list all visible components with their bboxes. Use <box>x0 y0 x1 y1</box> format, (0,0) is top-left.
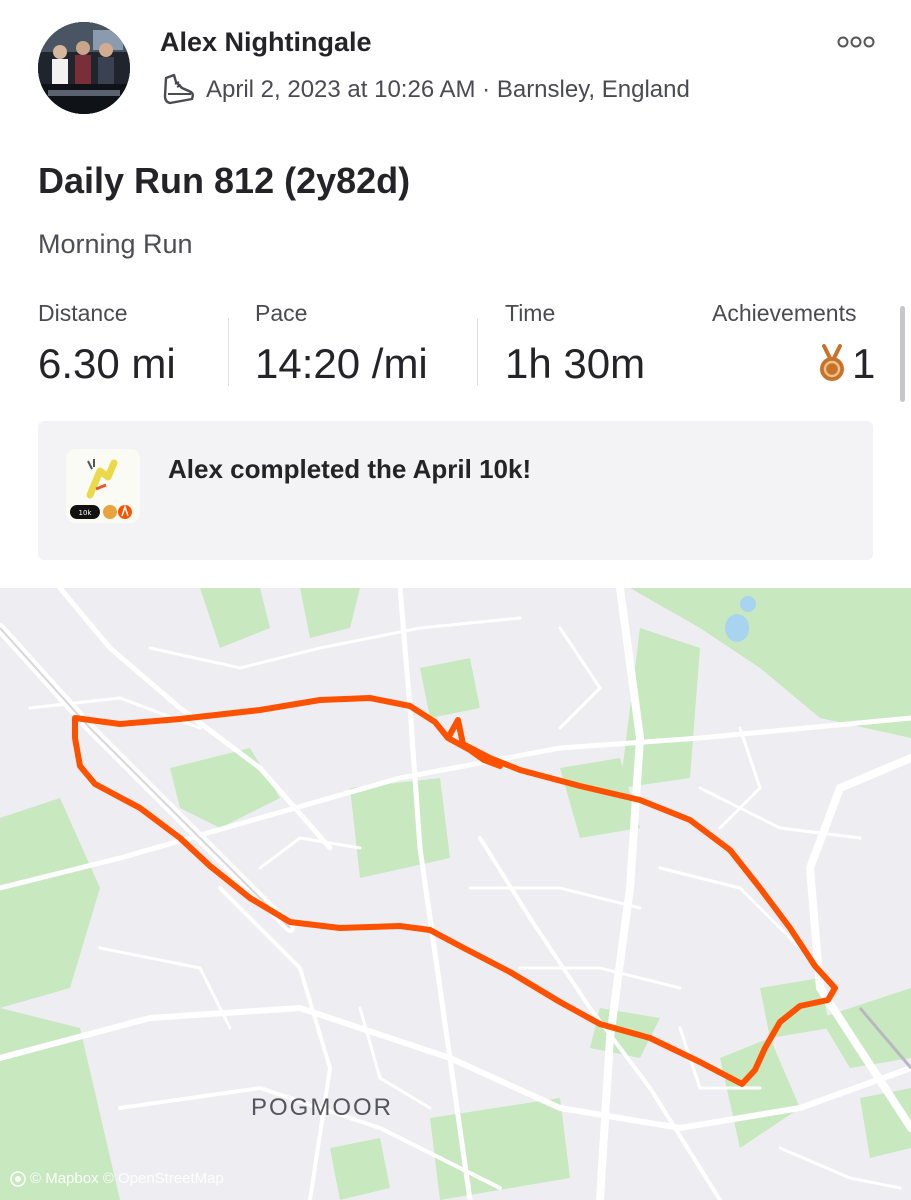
group-photo-avatar <box>38 22 130 114</box>
achievements-value[interactable]: 1 <box>816 340 875 388</box>
map-canvas <box>0 588 911 1200</box>
time-label: Time <box>505 300 556 326</box>
time-value: 1h 30m <box>505 340 646 387</box>
date-location: April 2, 2023 at 10:26 AM · Barnsley, En… <box>206 76 690 103</box>
map-attribution[interactable]: © Mapbox © OpenStreetMap <box>10 1170 224 1187</box>
challenge-card[interactable]: 10k Alex completed the April 10k! <box>38 421 873 560</box>
shoe-icon <box>163 73 194 105</box>
route-map[interactable] <box>0 588 911 1200</box>
more-options-button[interactable] <box>836 33 876 51</box>
athlete-avatar[interactable] <box>38 22 130 114</box>
pace-value: 14:20 /mi <box>255 340 428 387</box>
activity-meta: April 2, 2023 at 10:26 AM · Barnsley, En… <box>160 72 690 108</box>
more-options-icon <box>837 36 875 48</box>
bronze-medal-icon <box>820 344 844 381</box>
achievements-label: Achievements <box>712 300 857 326</box>
attribution-text: © Mapbox © OpenStreetMap <box>30 1170 224 1187</box>
pace-label: Pace <box>255 300 308 326</box>
distance-label: Distance <box>38 300 128 326</box>
map-place-label: POGMOOR <box>251 1094 394 1121</box>
challenge-badge-icon: 10k <box>66 449 140 523</box>
activity-title[interactable]: Daily Run 812 (2y82d) <box>38 160 410 202</box>
scrollbar[interactable] <box>900 306 905 402</box>
challenge-text[interactable]: Alex completed the April 10k! <box>168 454 531 485</box>
stat-divider <box>228 318 229 386</box>
activity-description: Morning Run <box>38 229 193 259</box>
mapbox-logo-icon <box>10 1170 26 1187</box>
distance-value: 6.30 mi <box>38 340 176 387</box>
challenge-badge: 10k <box>66 449 140 523</box>
stat-divider <box>477 318 478 386</box>
athlete-name[interactable]: Alex Nightingale <box>160 27 372 58</box>
achievements-count: 1 <box>852 340 876 387</box>
badge-caption: 10k <box>79 509 93 517</box>
